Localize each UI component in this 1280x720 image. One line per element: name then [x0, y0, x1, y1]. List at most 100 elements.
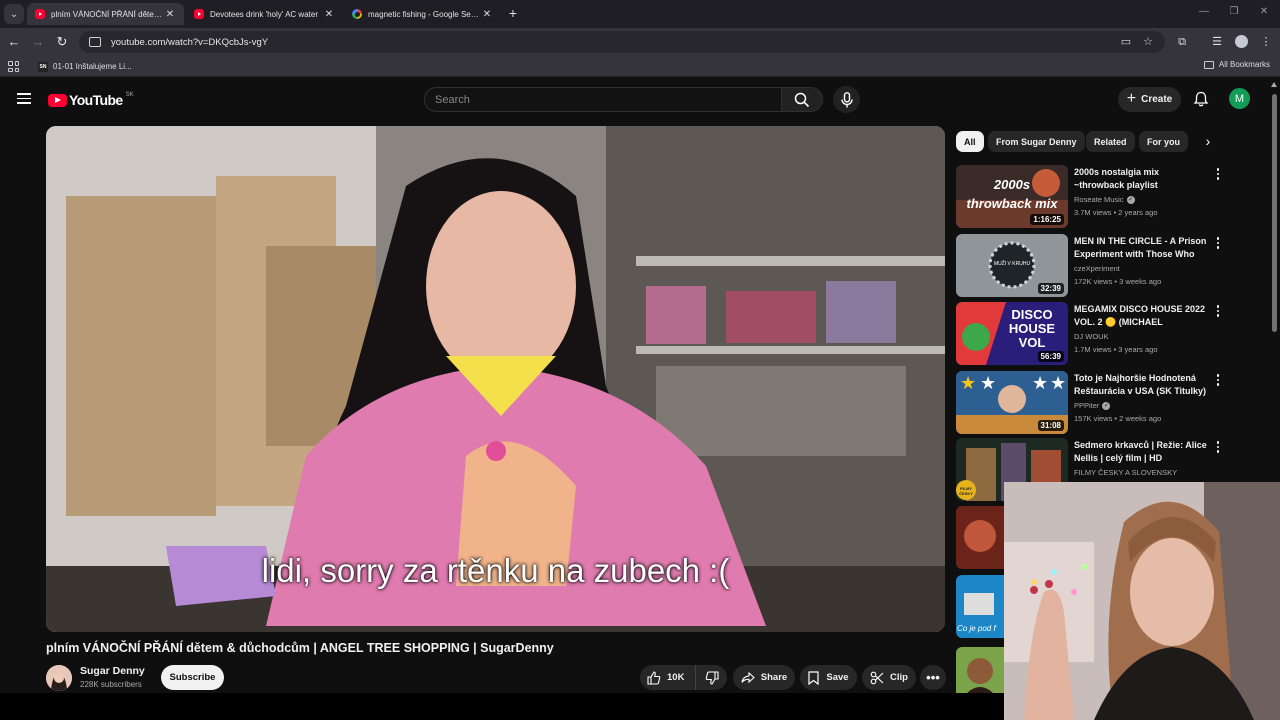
save-button[interactable]: Save: [800, 665, 857, 690]
verified-check-icon: ✓: [1102, 401, 1111, 410]
apps-grid-icon[interactable]: [8, 61, 19, 72]
more-vert-icon[interactable]: [1214, 440, 1222, 454]
partial-thumbnail[interactable]: [956, 647, 1004, 693]
bookmark-save-icon: [808, 670, 820, 685]
reload-button[interactable]: ↻: [54, 34, 70, 50]
more-vert-icon[interactable]: [1214, 236, 1222, 250]
more-vert-icon[interactable]: [1214, 167, 1222, 181]
youtube-favicon-icon: [194, 9, 204, 19]
window-close-icon[interactable]: ✕: [1256, 6, 1272, 17]
recommended-channel: czeXperiment: [1074, 264, 1120, 273]
recommended-channel: PPPiter ✓: [1074, 401, 1111, 410]
video-thumbnail[interactable]: MUŽI V KRUHU 32:39: [956, 234, 1068, 297]
recommended-video[interactable]: MUŽI V KRUHU 32:39 MEN IN THE CIRCLE - A…: [956, 234, 1256, 298]
search-button[interactable]: [781, 87, 823, 112]
dislike-button[interactable]: [696, 665, 727, 690]
clip-button[interactable]: Clip: [862, 665, 916, 690]
partial-thumbnail[interactable]: Co je pod f: [956, 575, 1004, 638]
page-scrollbar-thumb[interactable]: [1272, 94, 1277, 332]
subscribe-button[interactable]: Subscribe: [161, 665, 224, 690]
chip-for-you[interactable]: For you: [1139, 131, 1188, 152]
scroll-up-arrow-icon[interactable]: [1271, 82, 1277, 87]
more-actions-button[interactable]: •••: [920, 665, 946, 690]
like-dislike-group: 10K: [640, 665, 727, 690]
menu-icon[interactable]: [17, 93, 31, 104]
bookmark-item[interactable]: SN 01-01 Inštalujeme Li...: [38, 60, 132, 73]
all-bookmarks-button[interactable]: All Bookmarks: [1203, 60, 1270, 69]
video-thumbnail[interactable]: ★ ★ ★ ★ 31:08: [956, 371, 1068, 434]
video-subtitle: lidi, sorry za rtěnku na zubech :(: [261, 552, 730, 589]
thumbs-down-icon: [705, 670, 719, 685]
recommended-channel: Roseate Music ✓: [1074, 195, 1135, 204]
account-avatar[interactable]: M: [1229, 88, 1250, 109]
more-vert-icon[interactable]: [1214, 373, 1222, 387]
partial-thumbnail[interactable]: [956, 506, 1004, 569]
address-bar[interactable]: youtube.com/watch?v=DKQcbJs-vgY: [79, 31, 1165, 53]
recommended-video[interactable]: DISCO HOUSE VOL 56:39 MEGAMIX DISCO HOUS…: [956, 302, 1256, 366]
tab-close-icon[interactable]: ✕: [481, 9, 493, 20]
create-button[interactable]: + Create: [1118, 87, 1181, 112]
browser-menu-icon[interactable]: ⋮: [1259, 35, 1273, 49]
chip-from-channel[interactable]: From Sugar Denny: [988, 131, 1085, 152]
video-duration: 56:39: [1037, 351, 1064, 362]
voice-search-button[interactable]: [833, 86, 860, 113]
chip-related[interactable]: Related: [1086, 131, 1135, 152]
create-label: Create: [1141, 94, 1173, 105]
notifications-bell-icon[interactable]: [1193, 91, 1209, 107]
minimize-icon[interactable]: —: [1196, 6, 1212, 17]
channel-name[interactable]: Sugar Denny: [80, 665, 145, 677]
thumbnail-image: [956, 647, 1004, 693]
channel-label: FILMY ČESKY A SLOVENSKY: [1074, 468, 1178, 477]
channel-label: DJ WOUK: [1074, 332, 1109, 341]
video-player[interactable]: lidi, sorry za rtěnku na zubech :(: [46, 126, 945, 632]
search-icon: [794, 92, 810, 107]
browser-profile-avatar[interactable]: [1235, 35, 1248, 48]
like-button[interactable]: 10K: [640, 665, 696, 690]
back-button[interactable]: ←: [6, 34, 22, 50]
more-vert-icon[interactable]: [1214, 304, 1222, 318]
search-input[interactable]: [435, 93, 781, 106]
recommended-title: MEGAMIX DISCO HOUSE 2022 VOL. 2 🟡 (MICHA…: [1074, 304, 1206, 327]
video-thumbnail[interactable]: DISCO HOUSE VOL 56:39: [956, 302, 1068, 365]
chevron-right-icon[interactable]: ›: [1200, 133, 1216, 149]
browser-toolbar: ← → ↻ youtube.com/watch?v=DKQcbJs-vgY ▭ …: [0, 28, 1280, 56]
media-controls-icon[interactable]: ☰: [1210, 35, 1224, 49]
svg-text:★: ★: [980, 373, 996, 393]
recommended-meta: 172K views • 3 weeks ago: [1074, 277, 1162, 286]
chip-all[interactable]: All: [956, 131, 984, 152]
country-code: SK: [125, 92, 134, 98]
thumbnail-overlay-text: FILMY ČESKY: [959, 486, 973, 496]
bookmark-favicon: SN: [38, 61, 48, 72]
bookmarks-bar: SN 01-01 Inštalujeme Li... All Bookmarks: [0, 56, 1280, 77]
new-tab-button[interactable]: +: [505, 5, 521, 21]
tab-search-button[interactable]: ⌄: [4, 4, 24, 24]
forward-button[interactable]: →: [30, 34, 46, 50]
tab-google-search[interactable]: magnetic fishing - Google Search ✕: [344, 3, 501, 25]
bottom-edge: [0, 693, 1004, 720]
share-button[interactable]: Share: [733, 665, 795, 690]
recommended-video[interactable]: 2000s throwback mix 1:16:25 2000s nostal…: [956, 165, 1256, 229]
cast-icon[interactable]: ▭: [1119, 35, 1133, 49]
recommended-title: Sedmero krkavců | Režie: Alice Nellis | …: [1074, 440, 1207, 463]
recommended-video[interactable]: ★ ★ ★ ★ 31:08 Toto je Najhoršie Hodnotená R…: [956, 371, 1256, 435]
video-duration: 1:16:25: [1030, 214, 1064, 225]
tab-close-icon[interactable]: ✕: [164, 9, 176, 20]
tab-devotees-video[interactable]: Devotees drink 'holy' AC water ✕: [186, 3, 343, 25]
tab-close-icon[interactable]: ✕: [323, 9, 335, 20]
channel-avatar[interactable]: [46, 665, 72, 691]
youtube-logo[interactable]: YouTube SK: [48, 92, 134, 108]
video-thumbnail[interactable]: 2000s throwback mix 1:16:25: [956, 165, 1068, 228]
recommended-meta: 1.7M views • 3 years ago: [1074, 345, 1158, 354]
recommended-title: Toto je Najhoršie Hodnotená Reštaurácia …: [1074, 373, 1207, 396]
svg-text:★: ★: [1050, 373, 1066, 393]
bookmark-star-icon[interactable]: ☆: [1141, 35, 1155, 49]
restore-icon[interactable]: ❐: [1226, 6, 1242, 17]
site-info-icon[interactable]: [89, 37, 101, 47]
extensions-icon[interactable]: ⧉: [1175, 35, 1189, 49]
verified-check-icon: ✓: [1126, 195, 1135, 204]
folder-icon: [1203, 60, 1214, 69]
all-bookmarks-label: All Bookmarks: [1218, 60, 1270, 69]
subscriber-count: 228K subscribers: [80, 680, 142, 689]
tab-active-video[interactable]: plním VÁNOČNÍ PŘÁNÍ dětem & důchodcům ✕: [27, 3, 184, 25]
thumbnail-caption: Co je pod f: [957, 624, 996, 633]
